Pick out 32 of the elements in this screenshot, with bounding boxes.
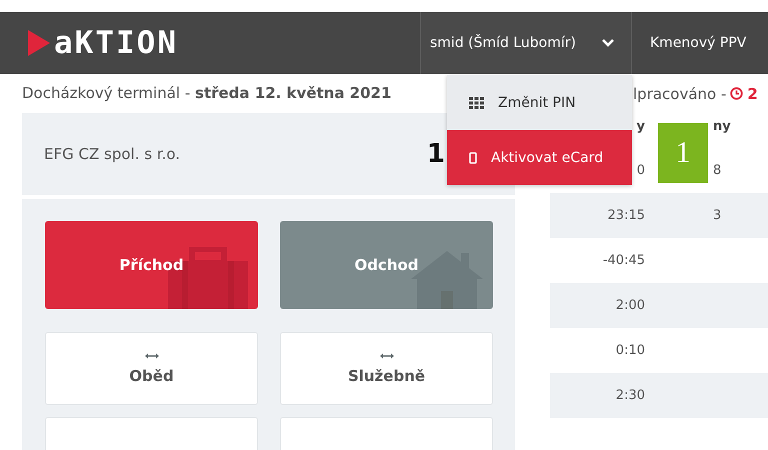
pass-button[interactable]: Oběd [45, 332, 258, 405]
summary-value: 2 [747, 84, 758, 102]
current-time: 1 [426, 139, 445, 169]
chevron-down-icon [601, 38, 615, 48]
user-menu[interactable]: smid (Šmíd Lubomír) [420, 12, 632, 74]
table-cell: 3 [713, 208, 722, 223]
arrival-button[interactable]: Příchod [45, 221, 258, 309]
table-cell: 8 [713, 163, 722, 178]
double-arrow-icon [380, 352, 394, 358]
table-cell-text: 0 [636, 163, 645, 178]
table-cell-text: 2:30 [614, 388, 645, 403]
column-header: ny [713, 119, 731, 134]
table-cell-text: 2:00 [614, 298, 645, 313]
unit-menu[interactable]: Kmenový PPV [632, 12, 746, 74]
column-header: y [636, 119, 645, 134]
menu-item[interactable]: Změnit PIN [447, 75, 632, 130]
table-cell-text: -40:45 [602, 253, 645, 268]
phone-icon [469, 152, 477, 164]
company-name: EFG CZ spol. s r.o. [44, 145, 180, 163]
callout-marker: 1 [658, 123, 708, 183]
logo-text: aKTION [54, 25, 178, 61]
logo-triangle-icon [28, 30, 50, 56]
double-arrow-icon [144, 352, 158, 358]
menu-item[interactable]: Aktivovat eCard [447, 130, 632, 185]
departure-button[interactable]: Odchod [280, 221, 493, 309]
pass-button[interactable]: Služebně [280, 332, 493, 405]
table-cell-text: 23:15 [606, 208, 645, 223]
summary-label: lpracováno - [633, 84, 726, 102]
table-cell-text: 0:10 [614, 343, 645, 358]
page-subtitle: Docházkový terminál - středa 12. května 2021 [22, 83, 392, 104]
clock-icon [730, 87, 744, 100]
grid-icon [469, 96, 484, 108]
